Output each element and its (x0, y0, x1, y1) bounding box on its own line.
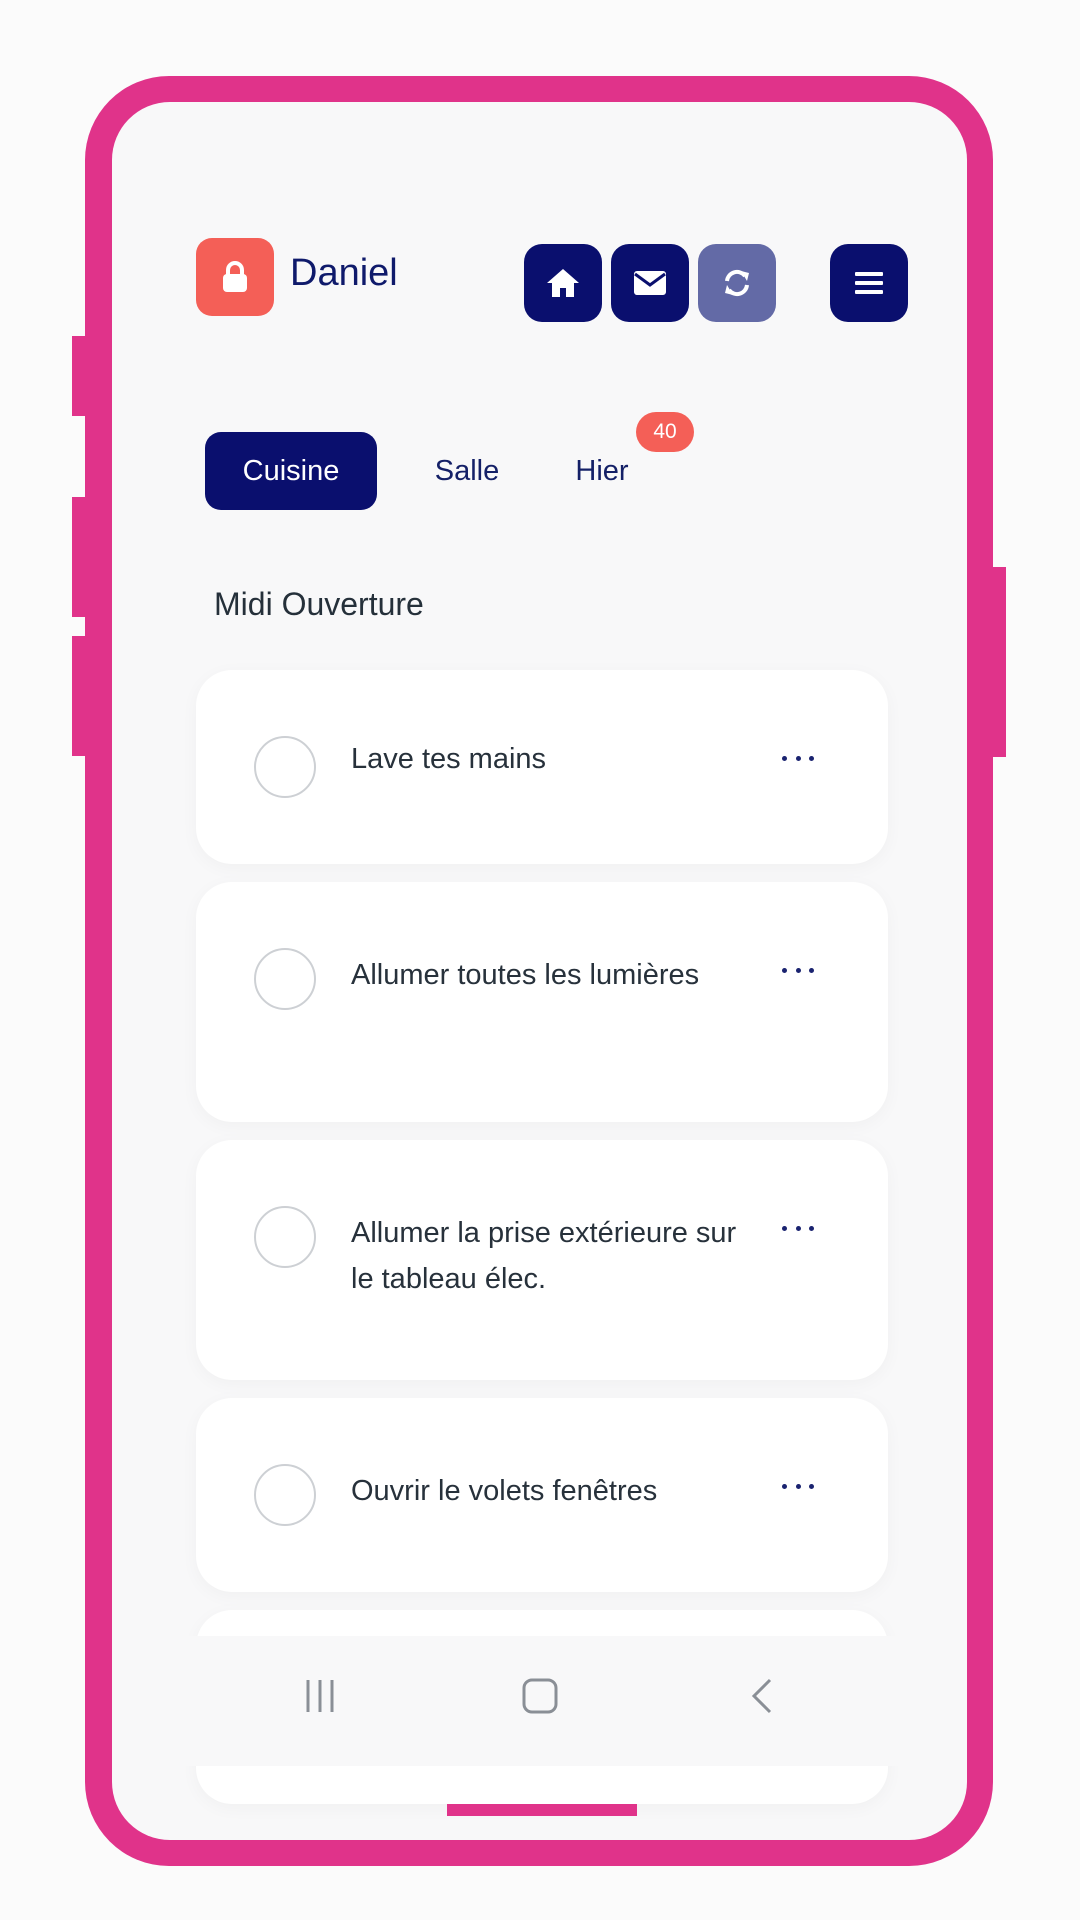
mail-button[interactable] (611, 244, 689, 322)
task-checkbox[interactable] (254, 948, 316, 1010)
app-screen: Daniel Cuisine Salle Hier 40 Midi Ouvert… (112, 102, 967, 1840)
mail-icon (634, 271, 666, 295)
tab-salle[interactable]: Salle (412, 432, 522, 510)
task-label: Ouvrir le volets fenêtres (351, 1475, 658, 1507)
tab-hier[interactable]: Hier (552, 432, 652, 510)
lock-badge[interactable] (196, 238, 274, 316)
menu-button[interactable] (830, 244, 908, 322)
system-nav-bar (112, 1636, 967, 1766)
refresh-button[interactable] (698, 244, 776, 322)
home-circle-icon[interactable] (520, 1676, 560, 1721)
home-button[interactable] (524, 244, 602, 322)
task-card: Allumer la prise extérieure sur le table… (196, 1140, 888, 1380)
task-card: Lave tes mains (196, 670, 888, 864)
task-checkbox[interactable] (254, 1206, 316, 1268)
back-icon[interactable] (742, 1676, 782, 1721)
tab-hier-badge: 40 (636, 412, 694, 452)
home-indicator (447, 1804, 637, 1816)
home-icon (547, 269, 579, 297)
more-options-icon[interactable] (782, 1482, 814, 1490)
recent-apps-icon[interactable] (300, 1676, 340, 1721)
more-options-icon[interactable] (782, 754, 814, 762)
section-title: Midi Ouverture (214, 586, 424, 622)
refresh-icon (725, 269, 749, 297)
task-card: Allumer toutes les lumières (196, 882, 888, 1122)
task-label: Allumer toutes les lumières (351, 959, 700, 991)
task-checkbox[interactable] (254, 736, 316, 798)
menu-icon (855, 272, 883, 294)
lock-icon (223, 261, 247, 292)
task-label: Allumer la prise extérieure sur le table… (351, 1217, 737, 1295)
tab-cuisine[interactable]: Cuisine (205, 432, 377, 510)
task-card: Ouvrir le volets fenêtres (196, 1398, 888, 1592)
more-options-icon[interactable] (782, 1224, 814, 1232)
task-checkbox[interactable] (254, 1464, 316, 1526)
task-label: Lave tes mains (351, 743, 547, 775)
more-options-icon[interactable] (782, 966, 814, 974)
user-name: Daniel (290, 252, 398, 294)
